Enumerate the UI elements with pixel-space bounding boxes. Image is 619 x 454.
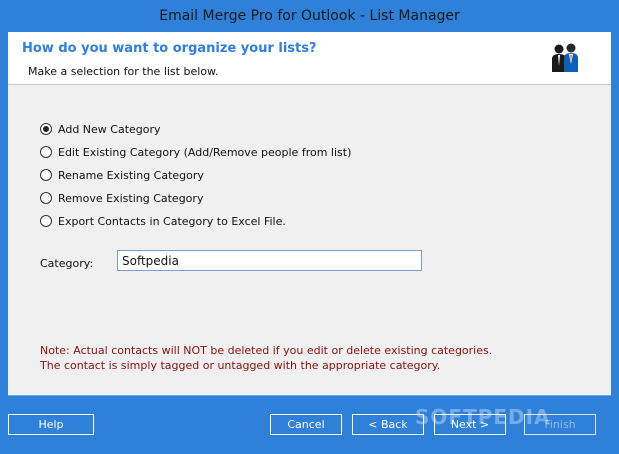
back-button[interactable]: < Back	[352, 414, 424, 435]
note-line-2: The contact is simply tagged or untagged…	[40, 359, 441, 372]
radio-button[interactable]	[40, 192, 52, 204]
list-manager-window: Email Merge Pro for Outlook - List Manag…	[0, 0, 619, 454]
option-label: Add New Category	[58, 122, 161, 136]
option-label: Edit Existing Category (Add/Remove peopl…	[58, 145, 352, 159]
softpedia-watermark: SOFTPEDIA	[415, 405, 551, 429]
radio-button[interactable]	[40, 146, 52, 158]
radio-button[interactable]	[40, 123, 52, 135]
option-remove-existing-category[interactable]: Remove Existing Category	[40, 189, 203, 207]
option-export-contacts[interactable]: Export Contacts in Category to Excel Fil…	[40, 212, 286, 230]
option-label: Rename Existing Category	[58, 168, 204, 182]
option-add-new-category[interactable]: Add New Category	[40, 120, 161, 138]
radio-button[interactable]	[40, 215, 52, 227]
option-label: Export Contacts in Category to Excel Fil…	[58, 214, 286, 228]
note-line-1: Note: Actual contacts will NOT be delete…	[40, 344, 493, 357]
window-title: Email Merge Pro for Outlook - List Manag…	[159, 8, 460, 24]
category-input[interactable]	[117, 250, 422, 271]
header-question: How do you want to organize your lists?	[22, 41, 317, 56]
help-button[interactable]: Help	[8, 414, 94, 435]
options-panel: Add New Category Edit Existing Category …	[8, 84, 611, 396]
option-edit-existing-category[interactable]: Edit Existing Category (Add/Remove peopl…	[40, 143, 351, 161]
category-label: Category:	[40, 257, 94, 270]
option-label: Remove Existing Category	[58, 191, 204, 205]
header-subtitle: Make a selection for the list below.	[28, 65, 219, 78]
people-icon	[552, 43, 578, 72]
cancel-button[interactable]: Cancel	[270, 414, 342, 435]
option-rename-existing-category[interactable]: Rename Existing Category	[40, 166, 204, 184]
radio-button[interactable]	[40, 169, 52, 181]
note-text: Note: Actual contacts will NOT be delete…	[40, 343, 492, 373]
header-panel: How do you want to organize your lists? …	[8, 32, 611, 84]
